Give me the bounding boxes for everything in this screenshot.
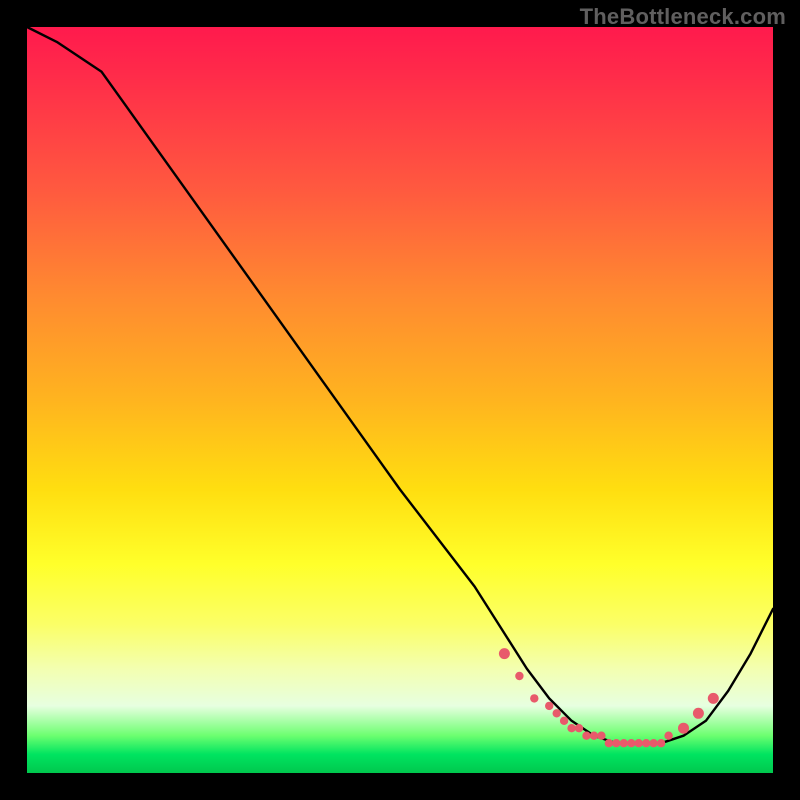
chart-frame: TheBottleneck.com xyxy=(0,0,800,800)
curve-marker xyxy=(582,732,590,740)
curve-marker xyxy=(708,693,719,704)
curve-marker xyxy=(590,732,598,740)
curve-marker xyxy=(693,708,704,719)
curve-marker xyxy=(649,739,657,747)
curve-marker xyxy=(664,732,672,740)
curve-marker xyxy=(612,739,620,747)
curve-marker xyxy=(597,732,605,740)
curve-marker xyxy=(627,739,635,747)
curve-marker xyxy=(642,739,650,747)
curve-marker xyxy=(553,709,561,717)
curve-marker xyxy=(515,672,523,680)
curve-marker xyxy=(657,739,665,747)
curve-marker xyxy=(620,739,628,747)
curve-marker xyxy=(499,648,510,659)
curve-marker xyxy=(575,724,583,732)
curve-marker xyxy=(635,739,643,747)
curve-marker xyxy=(678,723,689,734)
curve-marker xyxy=(567,724,575,732)
bottleneck-curve xyxy=(27,27,773,743)
curve-marker xyxy=(530,694,538,702)
curve-marker xyxy=(560,717,568,725)
curve-marker xyxy=(545,702,553,710)
watermark-label: TheBottleneck.com xyxy=(580,4,786,30)
curve-marker xyxy=(605,739,613,747)
chart-overlay-svg xyxy=(27,27,773,773)
curve-markers xyxy=(499,648,719,747)
